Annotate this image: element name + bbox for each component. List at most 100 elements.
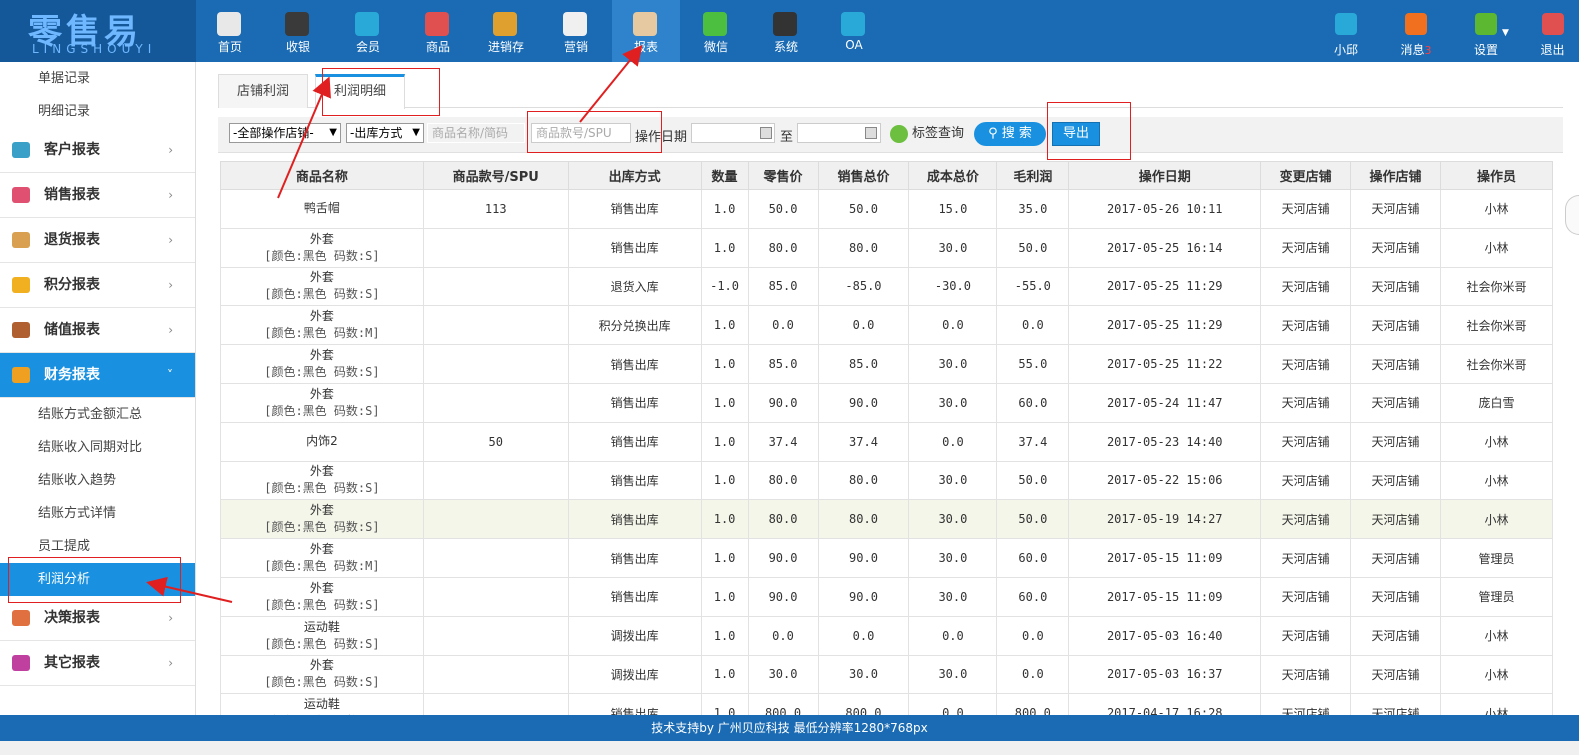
calendar-icon[interactable]: [760, 127, 772, 139]
bell-icon: [1405, 13, 1427, 35]
side-drawer-handle[interactable]: [1565, 195, 1579, 235]
column-header[interactable]: 操作店铺: [1350, 161, 1441, 190]
table-header-row: 商品名称 商品款号/SPU 出库方式 数量 零售价 销售总价 成本总价 毛利润 操作日期 变更店铺…: [220, 161, 1553, 190]
product-attributes: [颜色:黑色 码数:S]: [264, 403, 380, 418]
column-header[interactable]: 数量: [700, 161, 749, 190]
calendar-icon[interactable]: [865, 127, 877, 139]
sidebar-item[interactable]: 结账方式金额汇总: [0, 398, 195, 431]
table-row[interactable]: 鸭舌帽 113 销售出库 1.0 50.0 50.0 15.0 35.0 2017-05-26 …: [220, 189, 1553, 229]
product-name-input[interactable]: [427, 123, 525, 143]
cell-operator: 小林: [1440, 615, 1553, 656]
cell-date: 2017-05-15 11:09: [1068, 538, 1262, 578]
cell-cost: 30.0: [908, 382, 998, 423]
nav-home[interactable]: 首页: [196, 0, 264, 62]
sidebar-item[interactable]: 明细记录: [0, 95, 195, 128]
sidebar-group[interactable]: 客户报表 ›: [0, 128, 195, 173]
cell-cost: 30.0: [908, 460, 998, 501]
cell-profit: 50.0: [996, 499, 1070, 540]
logout-icon: [1542, 13, 1564, 35]
table-row[interactable]: 外套 [颜色:黑色 码数:M] 销售出库 1.0 90.0 90.0 30.0 60.0 201…: [220, 538, 1553, 578]
nav-oa[interactable]: OA: [820, 0, 888, 62]
cell-date: 2017-05-23 14:40: [1068, 421, 1262, 462]
nav-product[interactable]: 商品: [404, 0, 472, 62]
product-icon: [425, 12, 449, 36]
table-row[interactable]: 外套 [颜色:黑色 码数:S] 销售出库 1.0 80.0 80.0 30.0 50.0 201…: [220, 499, 1553, 540]
table-row[interactable]: 外套 [颜色:黑色 码数:S] 调拨出库 1.0 30.0 30.0 30.0 0.0 2017…: [220, 654, 1553, 695]
product-attributes: [颜色:黑色 码数:S]: [264, 520, 380, 535]
nav-member[interactable]: 会员: [334, 0, 402, 62]
cell-cost: 0.0: [908, 615, 998, 656]
cell-op-store: 天河店铺: [1350, 538, 1441, 578]
cell-type: 销售出库: [567, 227, 702, 268]
column-header[interactable]: 出库方式: [567, 161, 702, 190]
nav-megaphone[interactable]: 营销: [542, 0, 610, 62]
table-row[interactable]: 运动鞋 [颜色:黑色 码数:S] 调拨出库 1.0 0.0 0.0 0.0 0.0 2017-0…: [220, 615, 1553, 656]
table-row[interactable]: 外套 [颜色:黑色 码数:S] 销售出库 1.0 90.0 90.0 30.0 60.0 201…: [220, 576, 1553, 617]
nav-inventory[interactable]: 进销存: [472, 0, 540, 62]
logo[interactable]: 零售易 LINGSHOUYI: [0, 0, 196, 62]
cell-op-store: 天河店铺: [1350, 615, 1441, 656]
nav-wechat[interactable]: 微信: [682, 0, 750, 62]
logout-button[interactable]: 退出: [1526, 0, 1579, 62]
cell-price: 85.0: [747, 344, 819, 384]
nav-label: OA: [845, 38, 863, 52]
sidebar-group[interactable]: 销售报表 ›: [0, 173, 195, 218]
nav-monitor[interactable]: 系统: [752, 0, 820, 62]
sidebar-group[interactable]: 积分报表 ›: [0, 263, 195, 308]
sidebar-group-label: 销售报表: [44, 187, 100, 203]
cell-date: 2017-05-15 11:09: [1068, 576, 1262, 617]
column-header[interactable]: 销售总价: [817, 161, 910, 190]
messages-label: 消息: [1400, 43, 1425, 57]
sidebar-group[interactable]: 退货报表 ›: [0, 218, 195, 263]
product-attributes: [颜色:黑色 码数:M]: [264, 326, 380, 341]
sidebar-item[interactable]: 结账方式详情: [0, 497, 195, 530]
cash-register-icon: [285, 12, 309, 36]
chevron-right-icon: ›: [168, 278, 173, 292]
cell-total: 0.0: [817, 305, 910, 346]
column-header[interactable]: 变更店铺: [1260, 161, 1352, 190]
cell-price: 30.0: [747, 654, 819, 695]
cell-change-store: 天河店铺: [1260, 460, 1352, 501]
column-header[interactable]: 毛利润: [996, 161, 1070, 190]
nav-report[interactable]: 报表: [612, 0, 680, 62]
user-menu[interactable]: 小邱: [1318, 0, 1374, 62]
product-name-cell: 外套 [颜色:黑色 码数:S]: [220, 460, 424, 501]
nav-cash-register[interactable]: 收银: [264, 0, 332, 62]
tab-store-profit[interactable]: 店铺利润: [218, 74, 309, 108]
column-header[interactable]: 成本总价: [908, 161, 998, 190]
sidebar-item[interactable]: 结账收入同期对比: [0, 431, 195, 464]
settings-button[interactable]: ▼ 设置: [1458, 0, 1514, 62]
search-button[interactable]: ⚲ 搜 索: [974, 122, 1046, 146]
table-row[interactable]: 外套 [颜色:黑色 码数:S] 销售出库 1.0 90.0 90.0 30.0 60.0 201…: [220, 382, 1553, 423]
sidebar-item[interactable]: 单据记录: [0, 62, 195, 95]
sidebar-group[interactable]: 储值报表 ›: [0, 308, 195, 353]
sidebar-group[interactable]: 其它报表 ›: [0, 641, 195, 686]
sidebar-item[interactable]: 结账收入趋势: [0, 464, 195, 497]
chevron-right-icon: ›: [168, 656, 173, 670]
column-header[interactable]: 操作日期: [1068, 161, 1262, 190]
table-row[interactable]: 内饰2 50 销售出库 1.0 37.4 37.4 0.0 37.4 2017-05-23 14…: [220, 421, 1553, 462]
messages-button[interactable]: 消息3: [1388, 0, 1444, 62]
cell-price: 90.0: [747, 382, 819, 423]
table-row[interactable]: 外套 [颜色:黑色 码数:M] 积分兑换出库 1.0 0.0 0.0 0.0 0.0 2017-…: [220, 305, 1553, 346]
column-header[interactable]: 商品名称: [220, 161, 424, 190]
product-name: 外套: [309, 386, 334, 401]
column-header[interactable]: 零售价: [747, 161, 819, 190]
table-row[interactable]: 外套 [颜色:黑色 码数:S] 销售出库 1.0 85.0 85.0 30.0 55.0 201…: [220, 344, 1553, 384]
cell-total: 80.0: [817, 460, 910, 501]
cell-total: 90.0: [817, 538, 910, 578]
tag-query-button[interactable]: 标签查询: [890, 121, 964, 147]
column-header[interactable]: 商品款号/SPU: [422, 161, 569, 190]
table-row[interactable]: 外套 [颜色:黑色 码数:S] 销售出库 1.0 80.0 80.0 30.0 50.0 201…: [220, 227, 1553, 268]
chevron-down-icon: ˅: [167, 368, 173, 382]
sidebar-group[interactable]: 财务报表 ˅: [0, 353, 195, 398]
table-row[interactable]: 外套 [颜色:黑色 码数:S] 退货入库 -1.0 85.0 -85.0 -30.0 -55.…: [220, 266, 1553, 307]
column-header[interactable]: 操作员: [1440, 161, 1553, 190]
caret-down-icon: ▼: [412, 127, 420, 138]
cell-type: 销售出库: [567, 382, 702, 423]
cell-type: 积分兑换出库: [567, 305, 702, 346]
table-row[interactable]: 外套 [颜色:黑色 码数:S] 销售出库 1.0 80.0 80.0 30.0 50.0 201…: [220, 460, 1553, 501]
store-select[interactable]: -全部操作店铺- ▼: [229, 123, 341, 143]
product-name: 外套: [309, 348, 334, 363]
outbound-type-select[interactable]: -出库方式 ▼: [346, 123, 424, 143]
